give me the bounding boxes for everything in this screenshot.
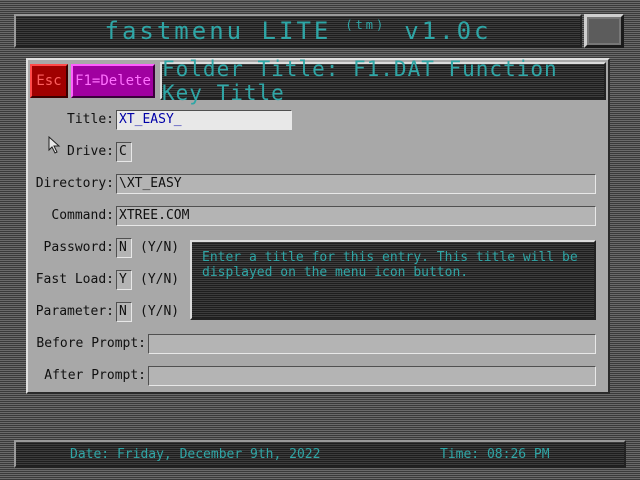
parameter-input[interactable]: N	[116, 302, 132, 322]
esc-button[interactable]: Esc	[30, 64, 68, 98]
app-version: v1.0c	[404, 17, 492, 45]
before-prompt-label: Before Prompt:	[36, 336, 146, 351]
command-label: Command:	[51, 208, 114, 223]
parameter-hint: (Y/N)	[140, 304, 180, 319]
directory-input[interactable]: \XT_EASY	[116, 174, 596, 194]
command-input[interactable]: XTREE.COM	[116, 206, 596, 226]
window-title-bar: fastmenu LITE (tm) v1.0c	[14, 14, 582, 48]
app-title: fastmenu LITE	[104, 17, 332, 45]
drive-input[interactable]: C	[116, 142, 132, 162]
after-prompt-label: After Prompt:	[44, 368, 146, 383]
parameter-label: Parameter:	[35, 304, 114, 319]
after-prompt-input[interactable]	[148, 366, 596, 386]
password-label: Password:	[43, 240, 114, 255]
fast-load-input[interactable]: Y	[116, 270, 132, 290]
fast-load-label: Fast Load:	[35, 272, 114, 287]
title-input[interactable]: XT_EASY_	[116, 110, 292, 130]
delete-button[interactable]: F1=Delete	[71, 64, 155, 98]
fast-load-hint: (Y/N)	[140, 272, 180, 287]
before-prompt-input[interactable]	[148, 334, 596, 354]
password-input[interactable]: N	[116, 238, 132, 258]
time-display: Time: 08:26 PM	[440, 447, 550, 462]
window-control-button[interactable]	[584, 14, 624, 48]
help-text-panel: Enter a title for this entry. This title…	[190, 240, 596, 320]
password-hint: (Y/N)	[140, 240, 180, 255]
drive-label: Drive:	[67, 144, 114, 159]
directory-label: Directory:	[35, 176, 114, 191]
mouse-pointer-icon	[48, 136, 61, 154]
folder-title-banner: Folder Title: F1.DAT Function Key Title	[160, 57, 606, 105]
status-bar: Date: Friday, December 9th, 2022 Time: 0…	[14, 440, 626, 468]
trademark-mark: (tm)	[345, 18, 387, 32]
date-display: Date: Friday, December 9th, 2022	[70, 447, 321, 462]
title-label: Title:	[67, 112, 114, 127]
